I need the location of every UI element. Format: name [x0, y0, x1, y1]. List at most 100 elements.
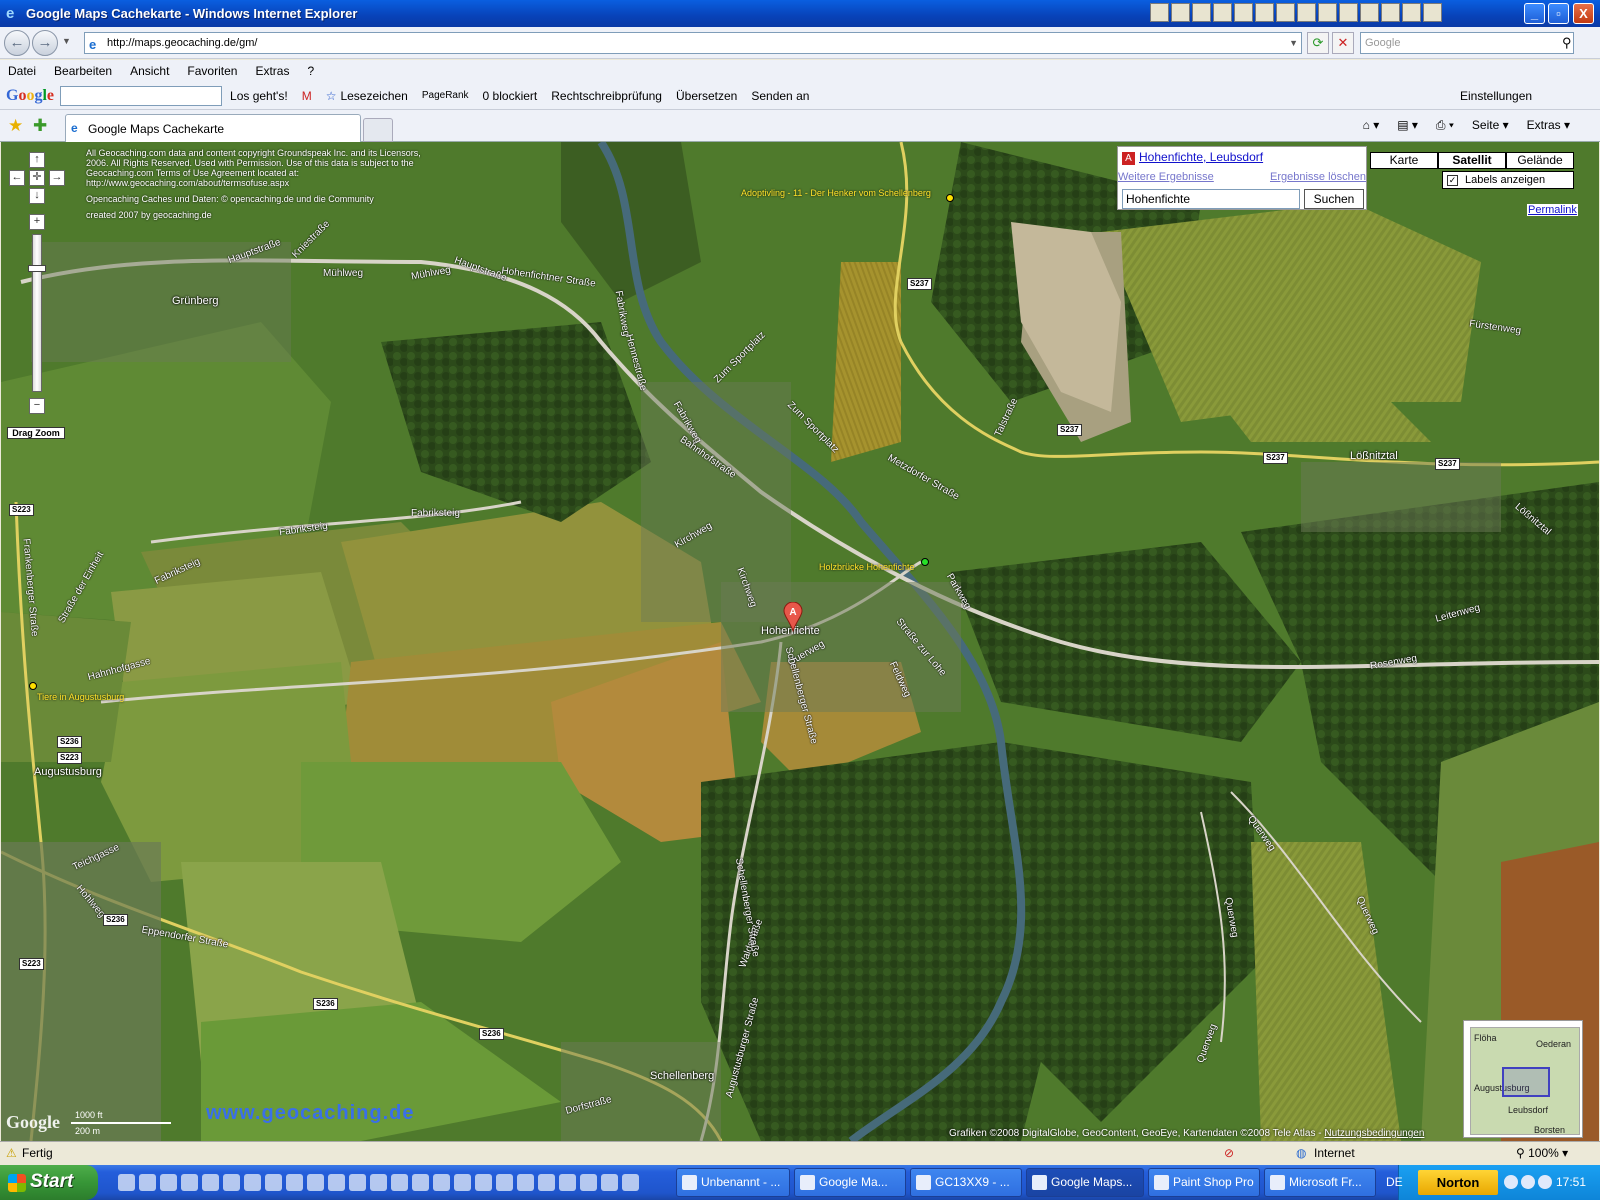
app-icon[interactable]	[307, 1174, 324, 1191]
taskbar-item-active[interactable]: Google Maps...	[1026, 1168, 1144, 1197]
pan-right-button[interactable]: →	[49, 170, 65, 186]
maptype-map-button[interactable]: Karte	[1370, 152, 1438, 169]
menu-file[interactable]: Datei	[8, 64, 36, 78]
app-icon[interactable]	[1192, 3, 1211, 22]
app-icon[interactable]	[118, 1174, 135, 1191]
menu-favorites[interactable]: Favoriten	[187, 64, 237, 78]
cache-label[interactable]: Holzbrücke Hohenfichte	[819, 562, 915, 572]
cache-marker-icon[interactable]	[921, 558, 929, 566]
security-zone[interactable]: Internet	[1314, 1146, 1355, 1160]
url-input[interactable]: e http://maps.geocaching.de/gm/ ▼	[84, 32, 1302, 54]
app-icon[interactable]	[1255, 3, 1274, 22]
close-button[interactable]: X	[1573, 3, 1594, 24]
app-icon[interactable]	[1423, 3, 1442, 22]
powerpoint-icon[interactable]	[1360, 3, 1379, 22]
app-icon[interactable]	[181, 1174, 198, 1191]
firefox-icon[interactable]	[580, 1174, 597, 1191]
send-to-button[interactable]: Senden an	[751, 89, 809, 103]
cache-marker-icon[interactable]	[29, 682, 37, 690]
satellite-map[interactable]: ↑ ← ✛ → ↓ + − Drag Zoom All Geocaching.c…	[1, 142, 1599, 1141]
app-icon[interactable]	[1171, 3, 1190, 22]
taskbar-item[interactable]: GC13XX9 - ...	[910, 1168, 1022, 1197]
app-icon[interactable]	[286, 1174, 303, 1191]
settings-button[interactable]: Einstellungen	[1460, 89, 1532, 103]
result-marker-pin[interactable]: A	[783, 602, 803, 632]
pan-center-button[interactable]: ✛	[29, 170, 45, 186]
app-icon[interactable]	[538, 1174, 555, 1191]
app-icon[interactable]	[160, 1174, 177, 1191]
minimize-button[interactable]: _	[1524, 3, 1545, 24]
app-icon[interactable]	[475, 1174, 492, 1191]
menu-view[interactable]: Ansicht	[130, 64, 169, 78]
history-dropdown-icon[interactable]: ▼	[62, 36, 71, 46]
tray-icon[interactable]	[1504, 1175, 1518, 1189]
app-icon[interactable]	[1234, 3, 1253, 22]
back-button[interactable]: ←	[4, 30, 30, 56]
home-icon[interactable]: ⌂ ▾	[1363, 118, 1380, 133]
translate-button[interactable]: Übersetzen	[676, 89, 737, 103]
menu-tools[interactable]: Extras	[255, 64, 289, 78]
forward-button[interactable]: →	[32, 30, 58, 56]
app-icon[interactable]	[1150, 3, 1169, 22]
search-icon[interactable]: ⚲	[1562, 35, 1572, 51]
popup-blocked-icon[interactable]: ⊘	[1224, 1146, 1234, 1160]
start-button[interactable]: Start	[0, 1165, 98, 1200]
taskbar-item[interactable]: Google Ma...	[794, 1168, 906, 1197]
app-icon[interactable]	[349, 1174, 366, 1191]
zoom-slider[interactable]	[32, 234, 42, 392]
more-results-link[interactable]: Weitere Ergebnisse	[1118, 171, 1214, 183]
taskbar-item[interactable]: Paint Shop Pro	[1148, 1168, 1260, 1197]
pan-down-button[interactable]: ↓	[29, 188, 45, 204]
refresh-icon[interactable]: ⟳	[1307, 32, 1329, 54]
terms-link[interactable]: Nutzungsbedingungen	[1324, 1128, 1424, 1139]
favorites-star-icon[interactable]: ★	[8, 116, 23, 136]
pan-up-button[interactable]: ↑	[29, 152, 45, 168]
cache-marker-icon[interactable]	[946, 194, 954, 202]
url-dropdown-icon[interactable]: ▼	[1289, 33, 1298, 53]
tray-icon[interactable]	[1521, 1175, 1535, 1189]
excel-icon[interactable]	[1339, 3, 1358, 22]
ie-icon[interactable]	[139, 1174, 156, 1191]
norton-button[interactable]: Norton	[1418, 1170, 1498, 1195]
app-icon[interactable]	[265, 1174, 282, 1191]
clear-results-link[interactable]: Ergebnisse löschen	[1270, 171, 1366, 183]
maptype-terrain-button[interactable]: Gelände	[1506, 152, 1574, 169]
app-icon[interactable]	[1381, 3, 1400, 22]
maximize-button[interactable]: ▫	[1548, 3, 1569, 24]
tray-icon[interactable]	[1538, 1175, 1552, 1189]
menu-edit[interactable]: Bearbeiten	[54, 64, 112, 78]
stop-icon[interactable]: ✕	[1332, 32, 1354, 54]
zoom-level[interactable]: ⚲ 100% ▾	[1516, 1146, 1568, 1160]
menu-help[interactable]: ?	[307, 64, 314, 78]
taskbar-item[interactable]: Unbenannt - ...	[676, 1168, 790, 1197]
pagerank-indicator[interactable]: PageRank	[422, 90, 469, 101]
overview-map[interactable]: Flöha Oederan Augustusburg Leubsdorf Bor…	[1463, 1020, 1583, 1138]
new-tab-button[interactable]	[363, 118, 393, 142]
google-go-button[interactable]: Los geht's!	[230, 89, 288, 103]
mail-icon[interactable]	[1213, 3, 1232, 22]
labels-checkbox[interactable]: ✓	[1447, 175, 1458, 186]
add-favorites-icon[interactable]: ✚	[33, 116, 47, 136]
app-icon[interactable]	[559, 1174, 576, 1191]
app-icon[interactable]	[496, 1174, 513, 1191]
app-icon[interactable]	[244, 1174, 261, 1191]
gmail-icon[interactable]: M	[302, 89, 312, 103]
pan-left-button[interactable]: ←	[9, 170, 25, 186]
result-link[interactable]: A Hohenfichte, Leubsdorf	[1122, 150, 1263, 165]
permalink-link[interactable]: Permalink	[1527, 204, 1578, 216]
feeds-icon[interactable]: ▤ ▾	[1397, 118, 1418, 133]
app-icon[interactable]	[412, 1174, 429, 1191]
app-icon[interactable]	[622, 1174, 639, 1191]
search-input[interactable]: Google	[1360, 32, 1574, 54]
taskbar-item[interactable]: Microsoft Fr...	[1264, 1168, 1376, 1197]
app-icon[interactable]	[370, 1174, 387, 1191]
cache-label[interactable]: Tiere in Augustusburg	[37, 692, 124, 702]
app-icon[interactable]	[601, 1174, 618, 1191]
app-icon[interactable]	[1276, 3, 1295, 22]
place-search-input[interactable]	[1122, 189, 1300, 209]
spellcheck-button[interactable]: Rechtschreibprüfung	[551, 89, 662, 103]
app-icon[interactable]	[328, 1174, 345, 1191]
tab-google-maps-cachekarte[interactable]: e Google Maps Cachekarte	[65, 114, 361, 142]
bookmarks-button[interactable]: Lesezeichen	[340, 89, 407, 103]
popup-blocker-button[interactable]: 0 blockiert	[483, 89, 538, 103]
